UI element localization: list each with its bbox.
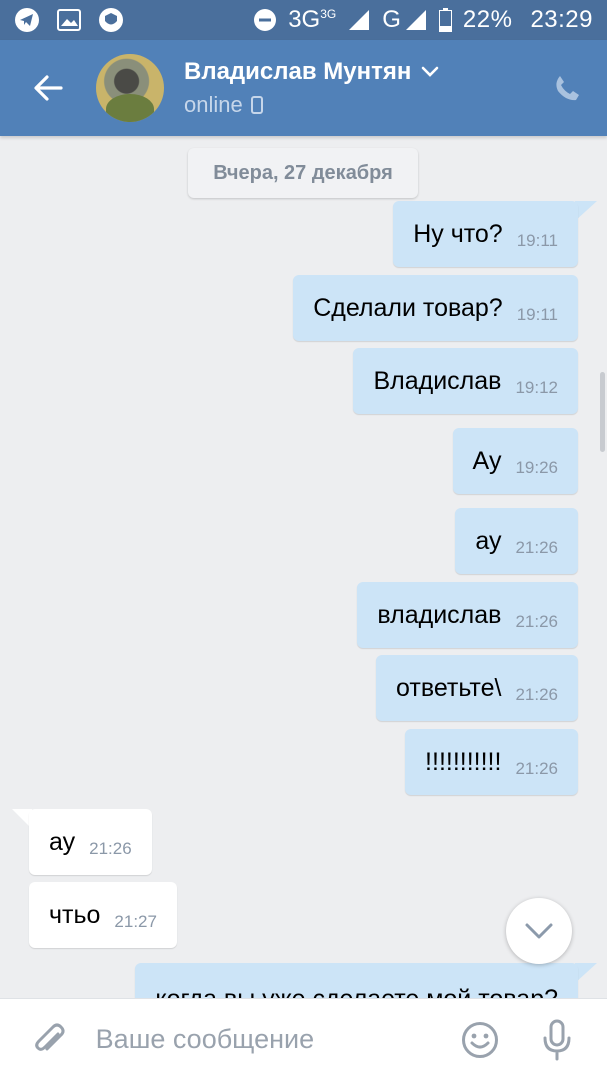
message-bubble-outgoing[interactable]: Сделали товар? 19:11 bbox=[293, 275, 578, 341]
date-separator: Вчера, 27 декабря bbox=[188, 148, 418, 198]
message-time: 19:11 bbox=[516, 231, 558, 250]
message-time: 21:26 bbox=[515, 685, 558, 704]
message-text: когда вы уже сделаете мой товар? bbox=[155, 985, 558, 998]
status-bar: 3G 3G G 22% 23:29 bbox=[0, 0, 607, 40]
message-text: ответьте\ bbox=[396, 673, 502, 702]
message-text: Ну что? bbox=[413, 219, 503, 248]
microphone-icon bbox=[543, 1019, 571, 1060]
attach-button[interactable] bbox=[20, 1010, 80, 1070]
network-type-small: 3G bbox=[320, 7, 337, 21]
message-bubble-outgoing[interactable]: ау 21:26 bbox=[455, 508, 578, 574]
call-button[interactable] bbox=[527, 40, 607, 136]
message-time: 21:26 bbox=[89, 839, 132, 858]
message-bubble-incoming[interactable]: чтьо 21:27 bbox=[29, 882, 177, 948]
network-type-2: G bbox=[382, 6, 401, 33]
message-bubble-outgoing[interactable]: Владислав 19:12 bbox=[353, 348, 578, 414]
message-text: ау bbox=[49, 827, 76, 856]
message-time: 21:26 bbox=[515, 538, 558, 557]
telegram-icon bbox=[14, 7, 40, 33]
message-text: ау bbox=[475, 526, 502, 555]
battery-icon bbox=[439, 7, 453, 33]
phone-icon bbox=[556, 76, 579, 101]
contact-info[interactable]: Владислав Мунтян online bbox=[184, 58, 439, 118]
message-list[interactable]: Вчера, 27 декабря Ну что? 19:11 Сделали … bbox=[0, 136, 607, 998]
message-time: 21:27 bbox=[114, 912, 157, 931]
message-input[interactable] bbox=[95, 1024, 450, 1055]
dnd-icon bbox=[252, 7, 278, 33]
chevron-down-icon bbox=[422, 66, 439, 77]
chevron-down-icon bbox=[525, 923, 553, 939]
message-bubble-outgoing[interactable]: Ну что? 19:11 bbox=[393, 201, 578, 267]
message-text: !!!!!!!!!!! bbox=[425, 747, 502, 776]
contact-status: online bbox=[184, 92, 243, 117]
message-bubble-incoming[interactable]: ау 21:26 bbox=[29, 809, 152, 875]
scrollbar[interactable] bbox=[600, 372, 605, 452]
signal-icon-2 bbox=[403, 7, 429, 33]
message-text: Ау bbox=[472, 446, 502, 475]
emoji-button[interactable] bbox=[450, 1010, 510, 1070]
scroll-to-bottom-button[interactable] bbox=[506, 898, 572, 964]
message-time: 21:26 bbox=[515, 612, 558, 631]
mobile-icon bbox=[250, 96, 263, 114]
bubble-tail bbox=[575, 963, 597, 983]
message-time: 19:11 bbox=[516, 305, 558, 324]
avatar[interactable] bbox=[96, 54, 164, 122]
gallery-icon bbox=[56, 7, 82, 33]
shield-icon bbox=[98, 7, 124, 33]
signal-icon bbox=[346, 7, 372, 33]
voice-message-button[interactable] bbox=[527, 1010, 587, 1070]
smile-icon bbox=[461, 1021, 498, 1058]
arrow-left-icon bbox=[34, 75, 63, 101]
message-time: 19:12 bbox=[515, 378, 558, 397]
bubble-tail bbox=[575, 201, 597, 221]
paperclip-icon bbox=[35, 1023, 65, 1051]
contact-name: Владислав Мунтян bbox=[184, 58, 412, 85]
message-bubble-outgoing[interactable]: !!!!!!!!!!! 21:26 bbox=[405, 729, 578, 795]
network-type: 3G bbox=[288, 6, 321, 33]
message-bubble-outgoing[interactable]: владислав 21:26 bbox=[357, 582, 578, 648]
message-text: Владислав bbox=[373, 366, 502, 395]
message-text: чтьо bbox=[49, 900, 101, 929]
chat-header: Владислав Мунтян online bbox=[0, 40, 607, 136]
message-text: Сделали товар? bbox=[313, 293, 503, 322]
message-composer bbox=[0, 998, 607, 1080]
clock: 23:29 bbox=[530, 6, 593, 33]
message-bubble-outgoing[interactable]: когда вы уже сделаете мой товар? bbox=[135, 963, 578, 998]
message-time: 21:26 bbox=[515, 759, 558, 778]
back-button[interactable] bbox=[0, 40, 96, 136]
message-time: 19:26 bbox=[515, 458, 558, 477]
message-bubble-outgoing[interactable]: Ау 19:26 bbox=[452, 428, 578, 494]
message-bubble-outgoing[interactable]: ответьте\ 21:26 bbox=[376, 655, 578, 721]
battery-level: 22% bbox=[462, 6, 513, 33]
message-text: владислав bbox=[377, 600, 502, 629]
